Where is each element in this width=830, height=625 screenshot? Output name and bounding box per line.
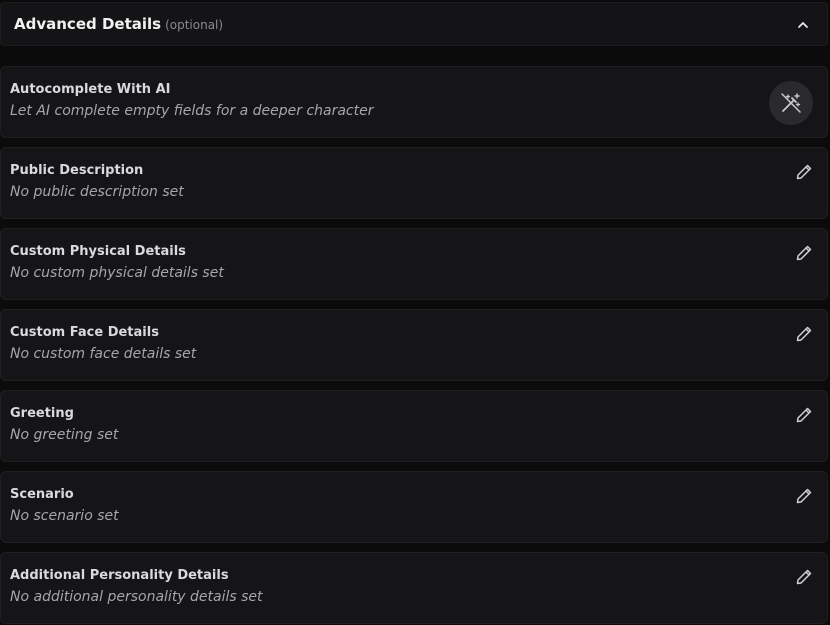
field-value: No public description set [10, 184, 184, 200]
field-card-scenario: Scenario No scenario set [0, 471, 828, 543]
field-label: Custom Physical Details [10, 244, 186, 259]
pencil-icon [796, 407, 812, 423]
autocomplete-ai-card: Autocomplete With AI Let AI complete emp… [0, 66, 828, 138]
field-value: No custom physical details set [10, 265, 224, 281]
field-value: No custom face details set [10, 346, 197, 362]
edit-custom-face-details-button[interactable] [793, 323, 815, 345]
pencil-icon [796, 569, 812, 585]
field-value: No scenario set [10, 508, 119, 524]
optional-label: (optional) [165, 18, 224, 32]
edit-public-description-button[interactable] [793, 161, 815, 183]
section-title-text: Advanced Details [14, 15, 162, 33]
field-card-public-description: Public Description No public description… [0, 147, 828, 219]
chevron-up-icon [798, 22, 808, 28]
section-title: Advanced Details (optional) [14, 15, 223, 33]
field-value: No greeting set [10, 427, 119, 443]
advanced-details-header[interactable]: Advanced Details (optional) [0, 2, 828, 46]
advanced-details-panel: Advanced Details (optional) Autocomplete … [0, 0, 830, 625]
collapse-button[interactable] [793, 15, 813, 35]
field-card-additional-personality-details: Additional Personality Details No additi… [0, 552, 828, 624]
pencil-icon [796, 326, 812, 342]
field-card-greeting: Greeting No greeting set [0, 390, 828, 462]
edit-additional-personality-details-button[interactable] [793, 566, 815, 588]
edit-custom-physical-details-button[interactable] [793, 242, 815, 264]
autocomplete-ai-button[interactable] [769, 81, 813, 125]
field-card-custom-physical-details: Custom Physical Details No custom physic… [0, 228, 828, 300]
field-label: Public Description [10, 163, 144, 178]
edit-greeting-button[interactable] [793, 404, 815, 426]
field-card-custom-face-details: Custom Face Details No custom face detai… [0, 309, 828, 381]
field-label: Additional Personality Details [10, 568, 229, 583]
autocomplete-description: Let AI complete empty fields for a deepe… [10, 103, 374, 119]
pencil-icon [796, 164, 812, 180]
field-label: Scenario [10, 487, 74, 502]
pencil-icon [796, 245, 812, 261]
pencil-icon [796, 488, 812, 504]
field-label: Greeting [10, 406, 74, 421]
field-value: No additional personality details set [10, 589, 263, 605]
autocomplete-label: Autocomplete With AI [10, 82, 171, 97]
edit-scenario-button[interactable] [793, 485, 815, 507]
magic-wand-icon [781, 93, 801, 113]
field-label: Custom Face Details [10, 325, 159, 340]
